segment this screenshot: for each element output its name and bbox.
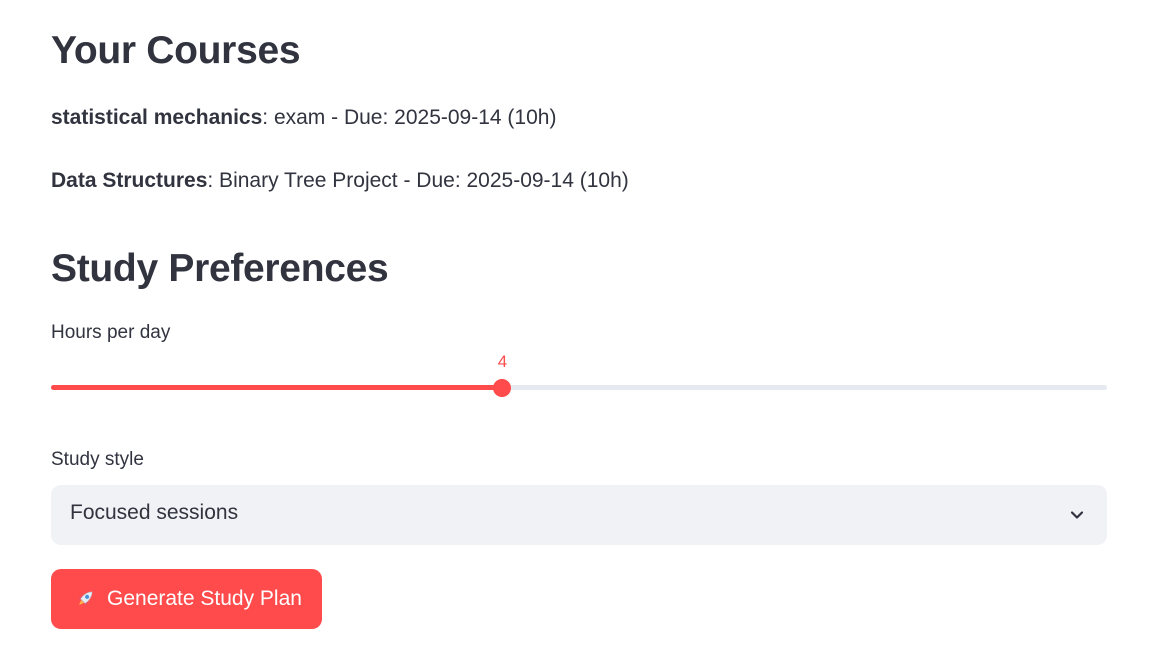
app-page: Your Courses statistical mechanics: exam… [0, 0, 1174, 658]
slider-thumb[interactable] [493, 379, 512, 397]
course-detail: : Binary Tree Project - Due: 2025-09-14 … [207, 169, 629, 192]
course-item: statistical mechanics: exam - Due: 2025-… [51, 106, 556, 130]
rocket-icon [77, 591, 93, 607]
hours-per-day-label: Hours per day [51, 322, 171, 343]
study-style-select[interactable]: Focused sessions [51, 485, 1107, 545]
course-name: statistical mechanics [51, 106, 263, 129]
course-detail: : exam - Due: 2025-09-14 (10h) [262, 106, 557, 129]
slider-value-label: 4 [497, 352, 508, 371]
slider-track[interactable] [51, 385, 1107, 390]
slider-fill [51, 385, 503, 390]
courses-heading: Your Courses [51, 29, 301, 72]
course-item: Data Structures: Binary Tree Project - D… [51, 169, 629, 193]
course-name: Data Structures [51, 169, 208, 192]
generate-button-label: Generate Study Plan [107, 587, 302, 610]
study-style-selected-value: Focused sessions [70, 501, 239, 524]
study-preferences-heading: Study Preferences [51, 247, 389, 290]
hours-per-day-slider[interactable]: 4 [51, 352, 1107, 402]
chevron-down-icon [1070, 511, 1084, 519]
generate-study-plan-button[interactable]: Generate Study Plan [51, 569, 322, 629]
study-style-label: Study style [51, 449, 144, 470]
